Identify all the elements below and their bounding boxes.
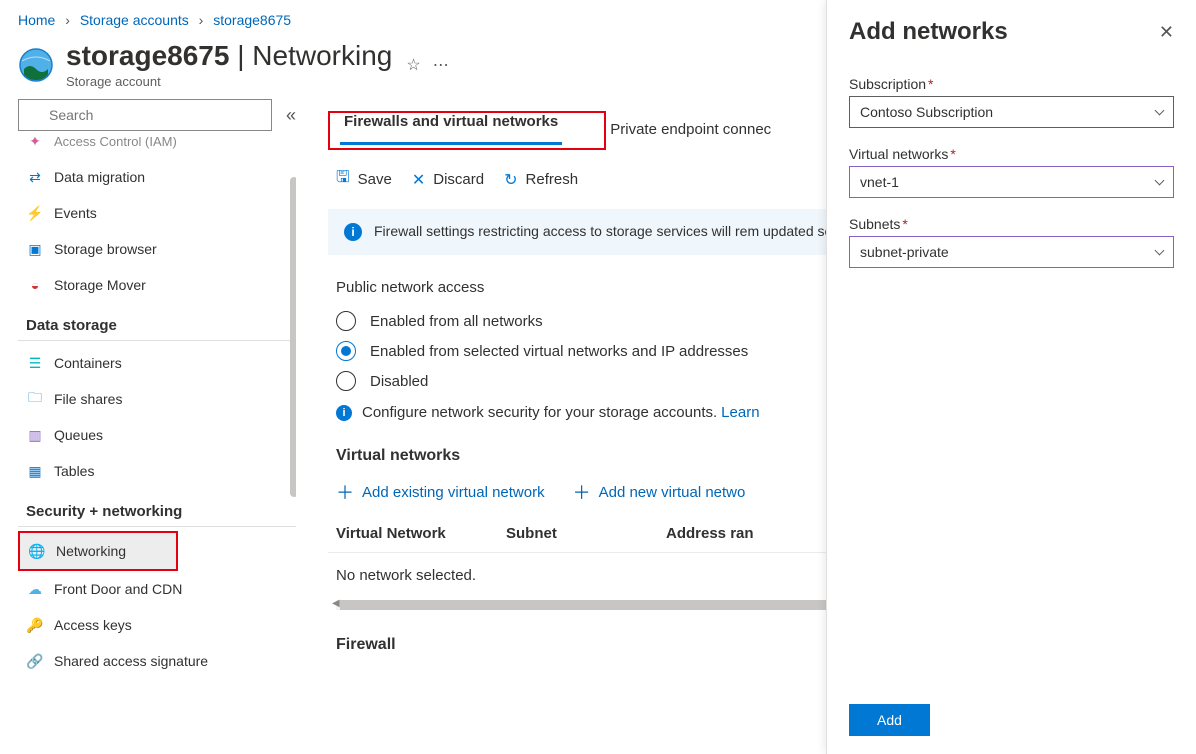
- sidebar-item-events[interactable]: ⚡ Events: [18, 195, 296, 231]
- vnet-select[interactable]: vnet-1: [849, 166, 1174, 198]
- sidebar-item-sas[interactable]: 🔗 Shared access signature: [18, 643, 296, 679]
- key-icon: 🔑: [26, 616, 44, 634]
- sidebar-section-security: Security + networking: [18, 489, 296, 527]
- sidebar-item-file-shares[interactable]: 🗀 File shares: [18, 381, 296, 417]
- sidebar: 🔍︎ « ✦ Access Control (IAM) ⇄ Data migra…: [0, 99, 308, 753]
- sidebar-scrollbar[interactable]: [290, 177, 296, 497]
- breadcrumb-resource[interactable]: storage8675: [213, 12, 291, 28]
- chevron-right-icon: ›: [65, 12, 70, 28]
- sidebar-item-iam[interactable]: ✦ Access Control (IAM): [18, 137, 296, 159]
- lightning-icon: ⚡: [26, 204, 44, 222]
- panel-title: Add networks: [849, 18, 1008, 46]
- sidebar-search-input[interactable]: [18, 99, 272, 131]
- page-title: storage8675 | Networking: [66, 40, 392, 72]
- col-address-range: Address ran: [666, 525, 754, 542]
- sidebar-item-queues[interactable]: ▥ Queues: [18, 417, 296, 453]
- radio-icon: [336, 311, 356, 331]
- breadcrumb-storage-accounts[interactable]: Storage accounts: [80, 12, 189, 28]
- sidebar-item-access-keys[interactable]: 🔑 Access keys: [18, 607, 296, 643]
- sidebar-item-storage-browser[interactable]: ▣ Storage browser: [18, 231, 296, 267]
- sidebar-item-containers[interactable]: ☰ Containers: [18, 345, 296, 381]
- subscription-label: Subscription*: [849, 76, 1174, 92]
- save-button[interactable]: 🖫Save: [336, 166, 392, 193]
- col-subnet: Subnet: [506, 525, 666, 542]
- collapse-sidebar-icon[interactable]: «: [286, 105, 296, 126]
- plus-icon: ＋: [573, 479, 591, 505]
- cdn-icon: ☁: [26, 580, 44, 598]
- tab-private-endpoints[interactable]: Private endpoint connec: [606, 111, 775, 150]
- discard-button[interactable]: ✕Discard: [412, 170, 484, 190]
- plus-icon: ＋: [336, 479, 354, 505]
- info-icon: i: [344, 223, 362, 241]
- breadcrumb-home[interactable]: Home: [18, 12, 55, 28]
- chevron-down-icon: [1155, 176, 1165, 186]
- sidebar-item-tables[interactable]: ▦ Tables: [18, 453, 296, 489]
- learn-more-link[interactable]: Learn: [721, 404, 759, 421]
- resource-type: Storage account: [66, 74, 392, 89]
- radio-icon: [336, 371, 356, 391]
- sidebar-item-front-door[interactable]: ☁ Front Door and CDN: [18, 571, 296, 607]
- favorite-icon[interactable]: ☆: [406, 55, 420, 75]
- globe-icon: 🌐: [28, 542, 46, 560]
- radio-selected-icon: [336, 341, 356, 361]
- chevron-down-icon: [1155, 106, 1165, 116]
- queue-icon: ▥: [26, 426, 44, 444]
- col-virtual-network: Virtual Network: [336, 525, 506, 542]
- add-existing-vnet-link[interactable]: ＋Add existing virtual network: [336, 479, 545, 505]
- scroll-left-icon: ◀: [332, 598, 340, 609]
- sidebar-nav: ✦ Access Control (IAM) ⇄ Data migration …: [18, 137, 296, 727]
- sidebar-item-networking[interactable]: 🌐 Networking: [20, 533, 176, 569]
- container-icon: ☰: [26, 354, 44, 372]
- mover-icon: ◒: [26, 276, 44, 294]
- migrate-icon: ⇄: [26, 168, 44, 186]
- storage-account-icon: [18, 47, 54, 83]
- person-icon: ✦: [26, 137, 44, 150]
- add-networks-panel: Add networks ✕ Subscription* Contoso Sub…: [826, 0, 1196, 754]
- tab-firewalls[interactable]: Firewalls and virtual networks: [340, 103, 562, 145]
- save-icon: 🖫: [336, 166, 350, 193]
- vnet-label: Virtual networks*: [849, 146, 1174, 162]
- sidebar-item-data-migration[interactable]: ⇄ Data migration: [18, 159, 296, 195]
- refresh-icon: ↻: [504, 170, 517, 190]
- table-icon: ▦: [26, 462, 44, 480]
- more-icon[interactable]: ⋯: [433, 55, 449, 75]
- sas-icon: 🔗: [26, 652, 44, 670]
- refresh-button[interactable]: ↻Refresh: [504, 170, 578, 190]
- sidebar-section-data-storage: Data storage: [18, 303, 296, 341]
- fileshare-icon: 🗀: [26, 390, 44, 408]
- sidebar-item-storage-mover[interactable]: ◒ Storage Mover: [18, 267, 296, 303]
- close-icon[interactable]: ✕: [1159, 22, 1174, 43]
- discard-icon: ✕: [412, 170, 425, 190]
- add-button[interactable]: Add: [849, 704, 930, 736]
- chevron-down-icon: [1155, 246, 1165, 256]
- subnet-label: Subnets*: [849, 216, 1174, 232]
- add-new-vnet-link[interactable]: ＋Add new virtual netwo: [573, 479, 746, 505]
- chevron-right-icon: ›: [199, 12, 204, 28]
- subnet-select[interactable]: subnet-private: [849, 236, 1174, 268]
- info-icon: i: [336, 405, 352, 421]
- folder-icon: ▣: [26, 240, 44, 258]
- subscription-select[interactable]: Contoso Subscription: [849, 96, 1174, 128]
